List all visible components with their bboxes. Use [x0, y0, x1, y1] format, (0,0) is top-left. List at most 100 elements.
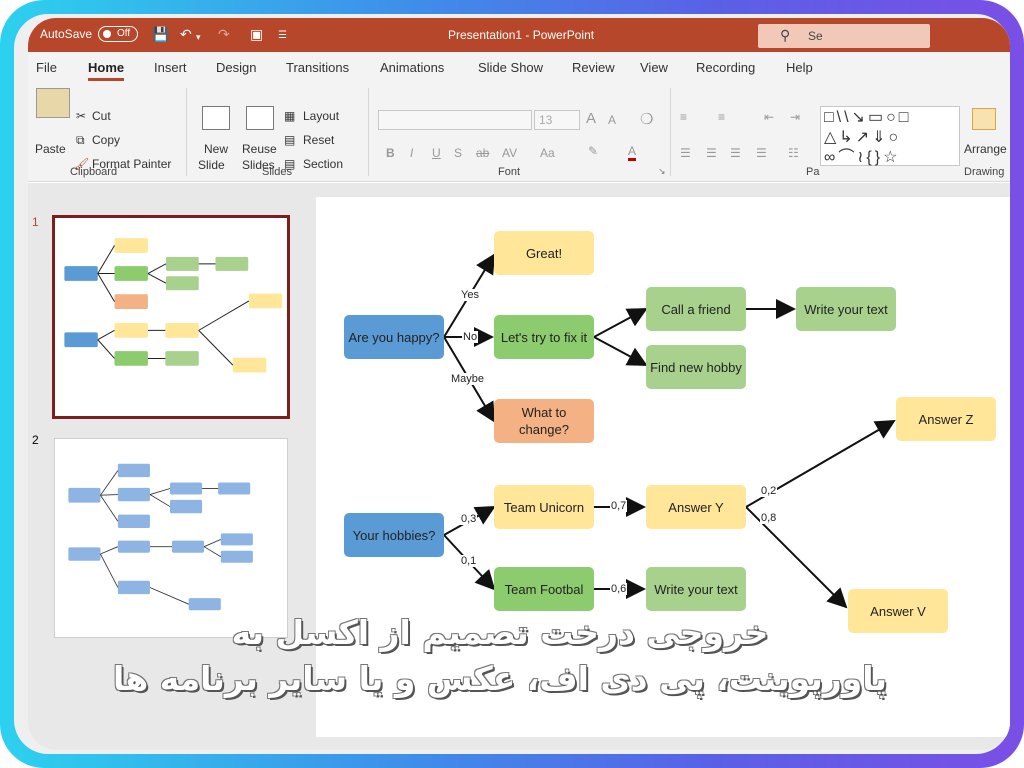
edge-label-yes: Yes — [460, 289, 480, 301]
node-lets-try-to-fix[interactable]: Let's try to fix it — [494, 315, 594, 359]
thumbnail-2-preview — [68, 463, 253, 611]
grow-font-button[interactable]: A — [586, 110, 596, 127]
edge-hobby — [593, 336, 648, 366]
edge-label-02: 0,2 — [760, 485, 778, 497]
highlight-icon[interactable]: ✎ — [588, 144, 598, 158]
undo-dropdown-icon[interactable]: ▾ — [196, 29, 201, 45]
cut-icon[interactable]: ✂ — [76, 109, 86, 123]
reset-icon[interactable]: ▤ — [284, 133, 295, 147]
copy-button[interactable]: Copy — [92, 133, 120, 147]
slide-thumbnail-1[interactable] — [52, 215, 290, 419]
edge-label-03: 0,3 — [460, 513, 478, 525]
edge-label-08: 0,8 — [760, 512, 778, 524]
edge-label-no: No — [462, 331, 479, 343]
tab-help[interactable]: Help — [786, 60, 813, 75]
node-write-your-text-2[interactable]: Write your text — [646, 567, 746, 611]
caption-line-1: خروجی درخت تصمیم از اکسل به — [231, 613, 769, 652]
font-size-field[interactable]: 13 — [534, 110, 580, 130]
customize-toolbar-icon[interactable]: ☰ — [278, 28, 287, 44]
change-case-button[interactable]: Aa — [540, 146, 555, 160]
paste-icon[interactable] — [36, 88, 70, 118]
cut-button[interactable]: Cut — [92, 109, 111, 123]
node-what-to-change[interactable]: What to change? — [494, 399, 594, 443]
persian-caption: خروجی درخت تصمیم از اکسل به پاورپوینت، پ… — [100, 610, 900, 702]
tab-design[interactable]: Design — [216, 60, 256, 75]
node-write-your-text-1[interactable]: Write your text — [796, 287, 896, 331]
bold-button[interactable]: B — [386, 146, 395, 160]
tab-slide-show[interactable]: Slide Show — [478, 60, 543, 75]
tab-transitions[interactable]: Transitions — [286, 60, 349, 75]
reset-button[interactable]: Reset — [303, 133, 334, 147]
font-name-field[interactable] — [378, 110, 532, 130]
clipboard-group-label: Clipboard — [70, 166, 118, 178]
slide-thumbnail-2[interactable] — [54, 438, 288, 638]
justify-icon[interactable]: ☰ — [756, 146, 767, 160]
reuse-slides-icon[interactable] — [246, 106, 274, 130]
separator — [368, 88, 369, 176]
edge-label-01: 0,1 — [460, 555, 478, 567]
redo-icon[interactable]: ↷ — [218, 26, 230, 42]
undo-icon[interactable]: ↶ — [180, 26, 192, 42]
ribbon-tabs: File Home Insert Design Transitions Anim… — [28, 52, 1010, 82]
new-slide-label-2[interactable]: Slide — [198, 158, 225, 172]
edge-label-06: 0,6 — [610, 583, 628, 595]
bullets-icon[interactable]: ≡ — [680, 110, 687, 124]
align-left-icon[interactable]: ☰ — [680, 146, 691, 160]
autosave-toggle[interactable]: Off — [98, 26, 138, 42]
edge-call — [593, 308, 648, 338]
save-icon[interactable]: 💾 — [152, 26, 169, 42]
new-slide-icon[interactable] — [202, 106, 230, 130]
node-great[interactable]: Great! — [494, 231, 594, 275]
decrease-indent-icon[interactable]: ⇤ — [764, 110, 774, 124]
node-answer-y[interactable]: Answer Y — [646, 485, 746, 529]
tab-review[interactable]: Review — [572, 60, 615, 75]
tab-view[interactable]: View — [640, 60, 668, 75]
italic-button[interactable]: I — [410, 146, 413, 160]
separator — [186, 88, 187, 176]
tab-file[interactable]: File — [36, 60, 57, 75]
numbering-icon[interactable]: ≡ — [718, 110, 725, 124]
section-button[interactable]: Section — [303, 157, 343, 171]
arrange-button[interactable]: Arrange — [964, 142, 1007, 156]
clear-formatting-icon[interactable]: ❍ — [640, 110, 653, 128]
columns-icon[interactable]: ☷ — [788, 146, 799, 160]
edge-label-maybe: Maybe — [450, 373, 486, 385]
strikethrough-icon[interactable]: ab — [476, 146, 489, 160]
document-title: Presentation1 - PowerPoint — [448, 28, 595, 42]
node-your-hobbies[interactable]: Your hobbies? — [344, 513, 444, 557]
align-right-icon[interactable]: ☰ — [730, 146, 741, 160]
new-slide-label-1[interactable]: New — [204, 142, 228, 156]
font-color-icon[interactable]: A — [628, 144, 637, 161]
slides-group-label: Slides — [262, 166, 292, 178]
underline-button[interactable]: U — [432, 146, 441, 160]
increase-indent-icon[interactable]: ⇥ — [790, 110, 800, 124]
drawing-group-label: Drawing — [964, 166, 1005, 178]
tab-animations[interactable]: Animations — [380, 60, 444, 75]
char-spacing-button[interactable]: AV — [502, 146, 517, 160]
layout-button[interactable]: Layout — [303, 109, 339, 123]
shrink-font-button[interactable]: A — [608, 113, 616, 127]
present-icon[interactable]: ▣ — [250, 26, 263, 42]
node-find-new-hobby[interactable]: Find new hobby — [646, 345, 746, 389]
node-call-a-friend[interactable]: Call a friend — [646, 287, 746, 331]
edge-label-07: 0,7 — [610, 500, 628, 512]
copy-icon[interactable]: ⧉ — [76, 133, 85, 148]
layout-icon[interactable]: ▦ — [284, 109, 295, 123]
tab-home[interactable]: Home — [88, 60, 125, 81]
node-team-footbal[interactable]: Team Footbal — [494, 567, 594, 611]
search-box[interactable]: ⚲ Se — [758, 24, 930, 48]
shapes-gallery[interactable]: □\\↘▭○□ △↳↗⇓○ ∞⌒≀{}☆ — [820, 106, 960, 166]
title-bar: AutoSave Off 💾 ↶ ▾ ↷ ▣ ☰ Presentation1 -… — [28, 18, 1010, 52]
align-center-icon[interactable]: ☰ — [706, 146, 717, 160]
thumbnail-1-preview — [64, 238, 283, 373]
arrange-icon[interactable] — [972, 108, 996, 130]
node-are-you-happy[interactable]: Are you happy? — [344, 315, 444, 359]
paste-button[interactable]: Paste — [35, 142, 66, 156]
font-dialog-icon[interactable]: ↘ — [658, 166, 666, 177]
node-answer-z[interactable]: Answer Z — [896, 397, 996, 441]
node-team-unicorn[interactable]: Team Unicorn — [494, 485, 594, 529]
tab-insert[interactable]: Insert — [154, 60, 187, 75]
tab-recording[interactable]: Recording — [696, 60, 755, 75]
reuse-label-1[interactable]: Reuse — [242, 142, 277, 156]
shadow-button[interactable]: S — [454, 146, 462, 160]
